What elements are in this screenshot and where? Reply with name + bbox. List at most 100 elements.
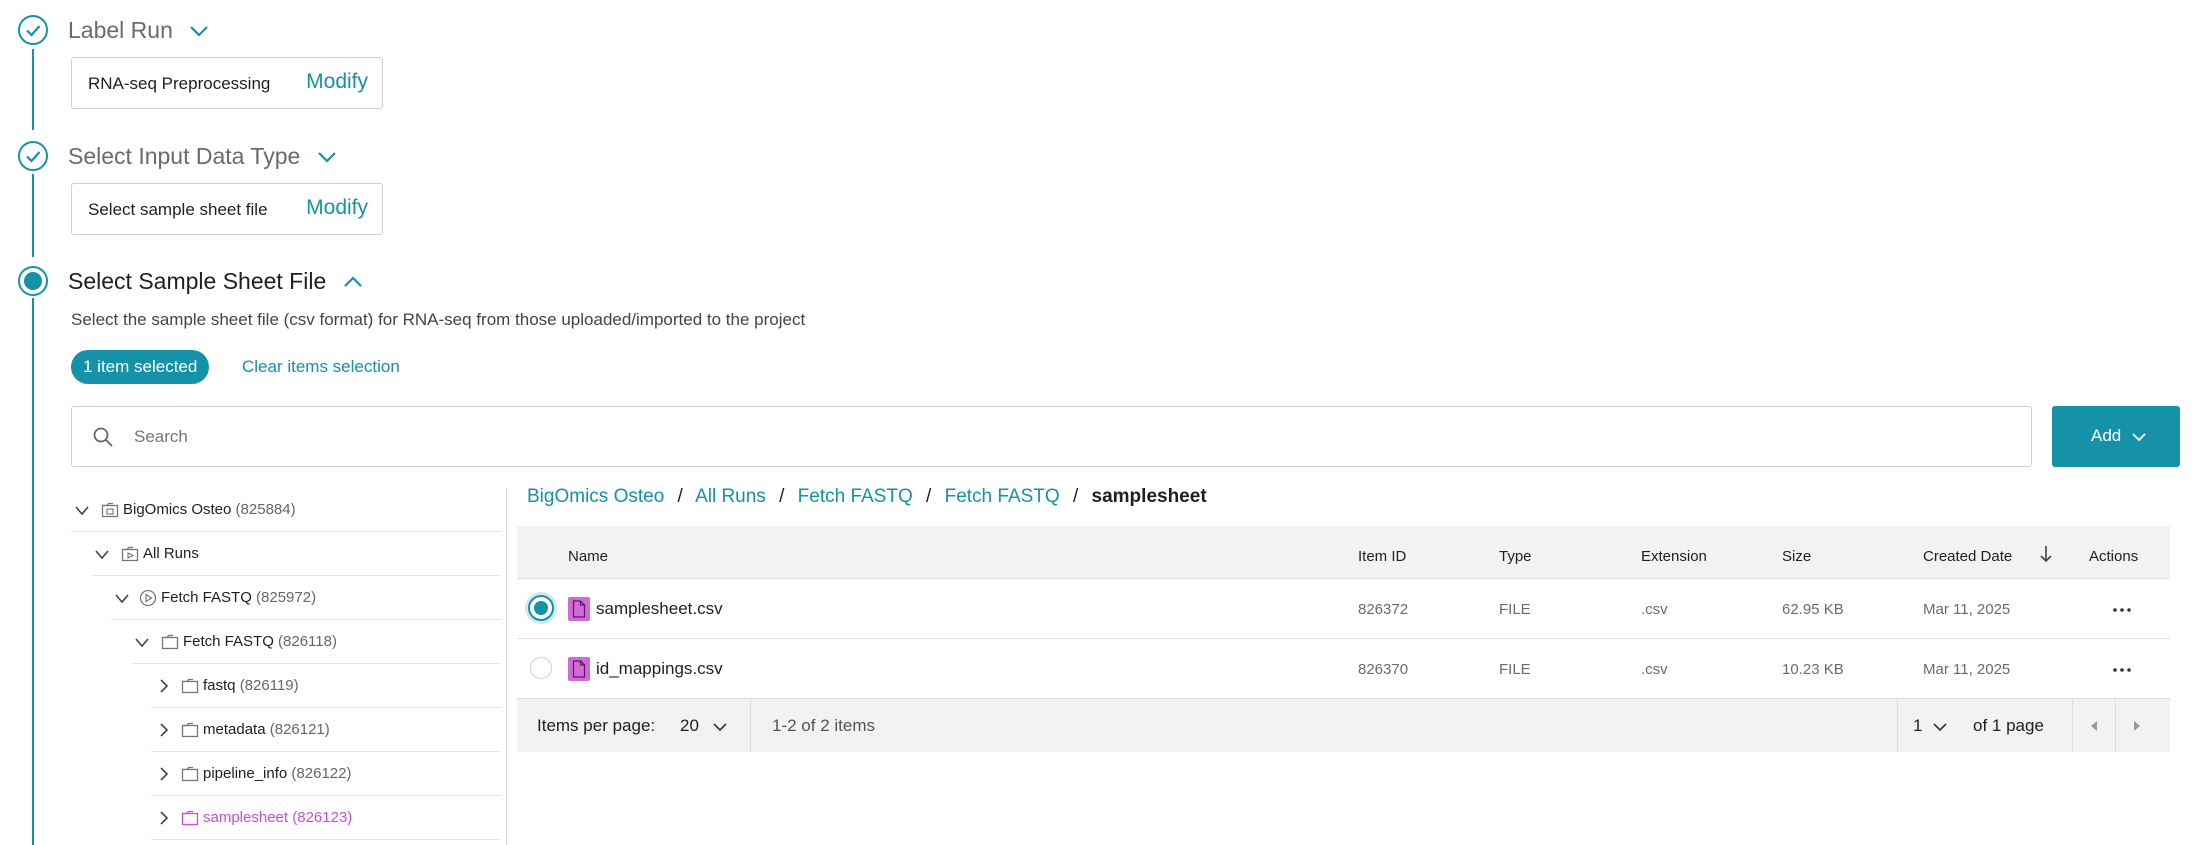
tree-node-id: (825972) bbox=[256, 589, 317, 606]
step-label-run-title[interactable]: Label Run bbox=[68, 17, 209, 44]
clear-selection-link[interactable]: Clear items selection bbox=[242, 357, 400, 377]
file-icon bbox=[568, 657, 590, 681]
file-icon bbox=[568, 597, 590, 621]
column-header-size[interactable]: Size bbox=[1782, 548, 1811, 565]
items-per-page-select[interactable]: 20 bbox=[680, 709, 740, 743]
chevron-right-icon[interactable] bbox=[158, 722, 170, 738]
page-next-icon[interactable] bbox=[2132, 720, 2142, 732]
column-header-extension[interactable]: Extension bbox=[1641, 548, 1707, 565]
row-radio-selected[interactable] bbox=[528, 595, 554, 621]
step-complete-icon bbox=[18, 141, 48, 171]
file-extension: .csv bbox=[1641, 601, 1668, 618]
chevron-right-icon[interactable] bbox=[158, 678, 170, 694]
tree-node-fetch-fastq-run[interactable]: Fetch FASTQ (825972) bbox=[111, 576, 501, 620]
step-title-text: Select Input Data Type bbox=[68, 143, 301, 169]
file-type: FILE bbox=[1499, 601, 1531, 618]
row-radio[interactable] bbox=[530, 657, 552, 679]
more-icon[interactable] bbox=[2112, 607, 2132, 613]
file-name[interactable]: id_mappings.csv bbox=[596, 659, 723, 679]
tree-node-name: All Runs bbox=[143, 545, 199, 562]
chevron-down-icon[interactable] bbox=[94, 549, 110, 561]
column-header-created-date[interactable]: Created Date bbox=[1923, 548, 2012, 565]
check-icon bbox=[26, 151, 41, 163]
tree-node-samplesheet[interactable]: samplesheet (826123) bbox=[151, 796, 501, 840]
folder-icon bbox=[181, 678, 199, 694]
stepper-line-3 bbox=[32, 298, 34, 845]
chevron-right-icon[interactable] bbox=[158, 810, 170, 826]
search-input[interactable] bbox=[132, 421, 1986, 453]
tree-node-name: pipeline_info bbox=[203, 765, 288, 782]
table-row[interactable]: id_mappings.csv 826370 FILE .csv 10.23 K… bbox=[517, 639, 2170, 699]
chevron-down-icon[interactable] bbox=[134, 637, 150, 649]
file-item-id: 826370 bbox=[1358, 661, 1409, 678]
item-range: 1-2 of 2 items bbox=[772, 716, 875, 735]
tree-node-project[interactable]: BigOmics Osteo (825884) bbox=[71, 488, 501, 532]
tree-node-name: metadata bbox=[203, 721, 266, 738]
tree-node-fetch-fastq-folder[interactable]: Fetch FASTQ (826118) bbox=[131, 620, 501, 664]
chevron-down-icon bbox=[1933, 723, 1947, 732]
breadcrumb-item[interactable]: BigOmics Osteo bbox=[527, 486, 664, 507]
step-active-icon bbox=[18, 266, 48, 296]
chevron-right-icon[interactable] bbox=[158, 766, 170, 782]
column-header-name[interactable]: Name bbox=[568, 548, 608, 565]
breadcrumb: BigOmics Osteo / All Runs / Fetch FASTQ … bbox=[527, 486, 1207, 508]
tree-node-metadata[interactable]: metadata (826121) bbox=[151, 708, 501, 752]
modify-input-type-button[interactable]: Modify bbox=[306, 196, 368, 220]
pagination-divider bbox=[750, 699, 751, 752]
file-created-date: Mar 11, 2025 bbox=[1923, 601, 2011, 618]
step-description: Select the sample sheet file (csv format… bbox=[71, 310, 806, 329]
chevron-down-icon[interactable] bbox=[114, 593, 130, 605]
page-prev-icon[interactable] bbox=[2089, 720, 2099, 732]
breadcrumb-separator: / bbox=[677, 486, 683, 507]
check-icon bbox=[26, 25, 41, 37]
column-header-type[interactable]: Type bbox=[1499, 548, 1532, 565]
file-item-id: 826372 bbox=[1358, 601, 1409, 618]
breadcrumb-item[interactable]: All Runs bbox=[695, 486, 766, 507]
breadcrumb-separator: / bbox=[1072, 486, 1079, 507]
folder-tree: BigOmics Osteo (825884) All Runs Fetch F… bbox=[71, 488, 501, 845]
tree-node-id: (826119) bbox=[239, 677, 299, 694]
chevron-up-icon[interactable] bbox=[343, 275, 363, 289]
chevron-down-icon[interactable] bbox=[189, 24, 209, 38]
add-button-label: Add bbox=[2091, 426, 2122, 445]
folder-icon bbox=[181, 722, 199, 738]
more-icon[interactable] bbox=[2112, 667, 2132, 673]
sort-down-icon[interactable] bbox=[2039, 544, 2053, 564]
pagination-bar: Items per page: 20 1-2 of 2 items 1 of 1… bbox=[517, 699, 2170, 752]
chevron-down-icon[interactable] bbox=[74, 505, 90, 517]
tree-node-fastq[interactable]: fastq (826119) bbox=[151, 664, 501, 708]
breadcrumb-item[interactable]: Fetch FASTQ bbox=[945, 486, 1060, 507]
tree-node-id: (825884) bbox=[235, 501, 296, 518]
folder-icon bbox=[181, 810, 199, 826]
panel-divider bbox=[506, 488, 507, 845]
file-size: 10.23 KB bbox=[1782, 661, 1844, 678]
file-created-date: Mar 11, 2025 bbox=[1923, 661, 2011, 678]
file-type: FILE bbox=[1499, 661, 1531, 678]
step-complete-icon bbox=[18, 15, 48, 45]
folder-icon bbox=[161, 634, 179, 650]
run-label-value: RNA-seq Preprocessing bbox=[88, 74, 271, 93]
file-extension: .csv bbox=[1641, 661, 1668, 678]
stepper-line-2 bbox=[32, 174, 34, 257]
tree-node-name: Fetch FASTQ bbox=[161, 589, 252, 606]
page-select[interactable]: 1 bbox=[1913, 709, 1963, 743]
chevron-down-icon[interactable] bbox=[317, 150, 337, 164]
input-type-summary: Select sample sheet file Modify bbox=[71, 183, 383, 235]
breadcrumb-separator: / bbox=[926, 486, 932, 507]
chevron-down-icon bbox=[713, 723, 727, 732]
step-sample-sheet-title[interactable]: Select Sample Sheet File bbox=[68, 268, 363, 295]
breadcrumb-separator: / bbox=[779, 486, 785, 507]
modify-label-button[interactable]: Modify bbox=[306, 70, 368, 94]
search-field[interactable] bbox=[71, 406, 2032, 467]
table-row[interactable]: samplesheet.csv 826372 FILE .csv 62.95 K… bbox=[517, 579, 2170, 639]
file-name[interactable]: samplesheet.csv bbox=[596, 599, 723, 619]
table-header: Name Item ID Type Extension Size Created… bbox=[517, 526, 2170, 579]
add-button[interactable]: Add bbox=[2052, 406, 2180, 467]
tree-node-all-runs[interactable]: All Runs bbox=[91, 532, 501, 576]
column-header-item-id[interactable]: Item ID bbox=[1358, 548, 1406, 565]
stepper-line-1 bbox=[32, 49, 34, 130]
breadcrumb-item[interactable]: Fetch FASTQ bbox=[798, 486, 913, 507]
step-input-type-title[interactable]: Select Input Data Type bbox=[68, 143, 337, 170]
input-type-value: Select sample sheet file bbox=[88, 200, 268, 219]
tree-node-pipeline-info[interactable]: pipeline_info (826122) bbox=[151, 752, 501, 796]
